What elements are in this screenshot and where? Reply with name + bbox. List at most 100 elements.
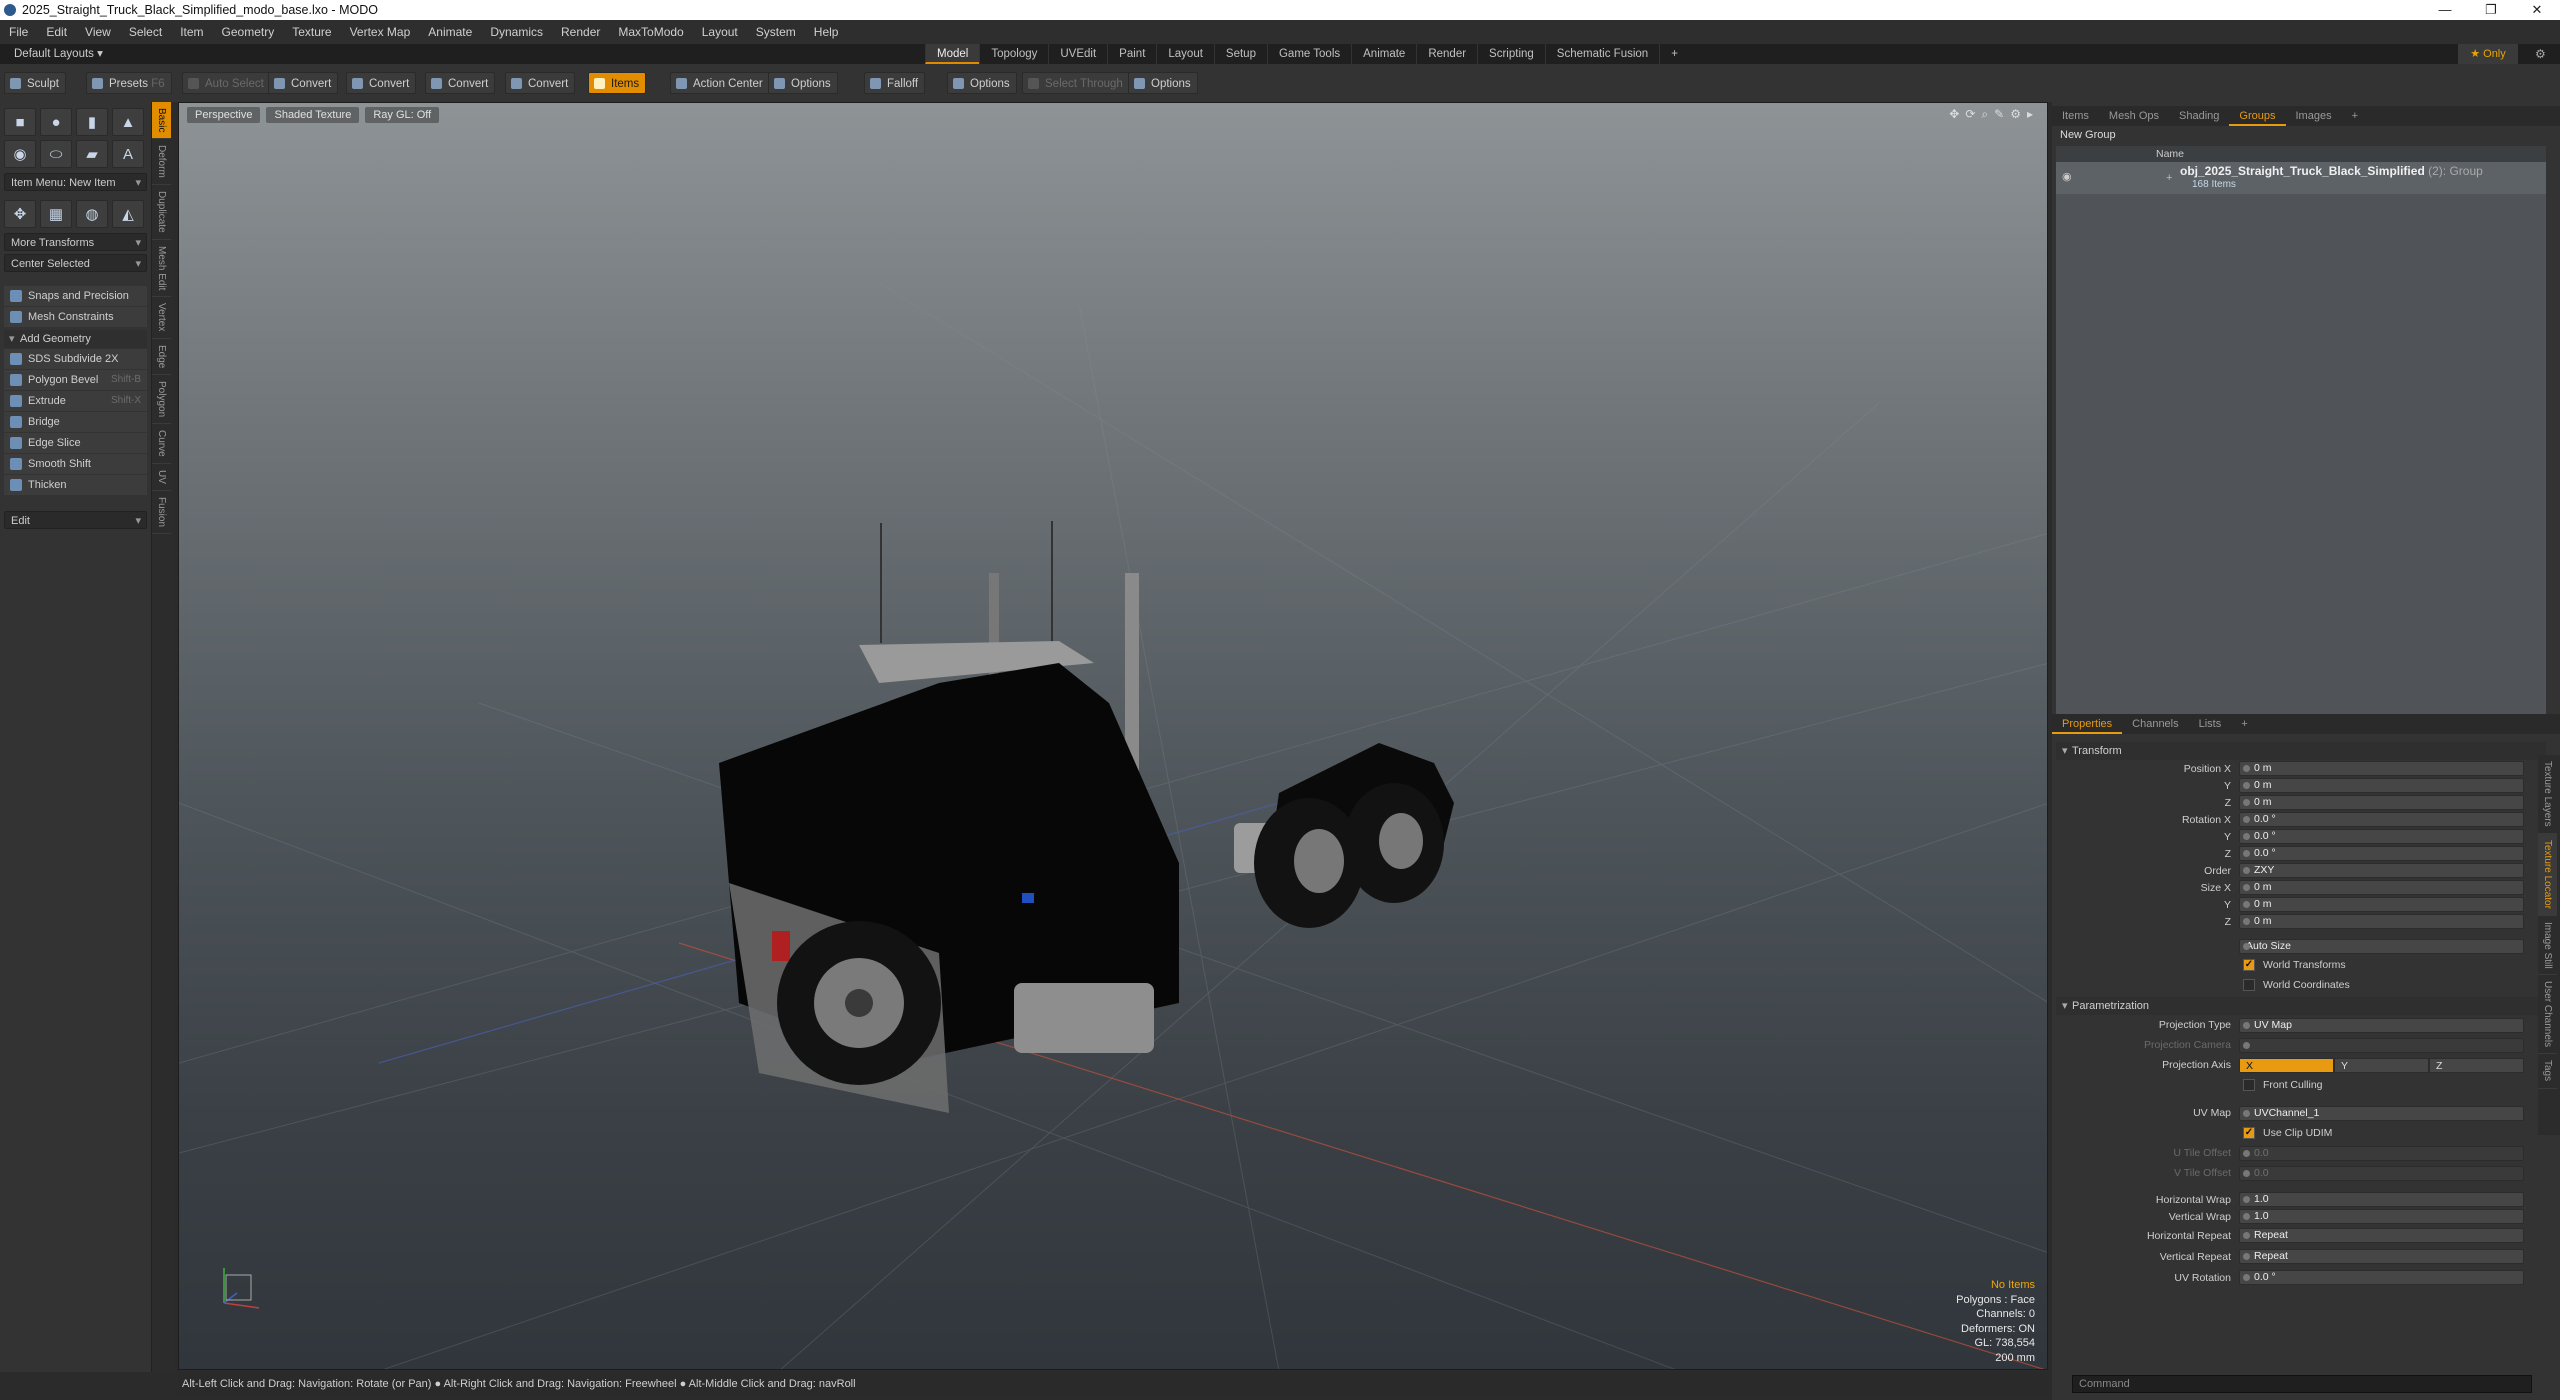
order-dropdown[interactable]: ZXY xyxy=(2239,863,2524,878)
world-coordinates-checkbox[interactable]: World Coordinates xyxy=(2056,975,2546,995)
action-center-button[interactable]: Action Center xyxy=(670,72,770,94)
vtab-uv[interactable]: UV xyxy=(152,464,171,491)
move-view-icon[interactable]: ✥ xyxy=(1949,107,1959,122)
zoom-icon[interactable]: ⌕ xyxy=(1981,107,1988,122)
menu-animate[interactable]: Animate xyxy=(419,20,481,44)
uv-map-dropdown[interactable]: UVChannel_1 xyxy=(2239,1105,2524,1121)
menu-texture[interactable]: Texture xyxy=(283,20,340,44)
tab-topology[interactable]: Topology xyxy=(979,44,1048,64)
menu-file[interactable]: File xyxy=(0,20,37,44)
close-button[interactable]: ✕ xyxy=(2514,0,2560,20)
menu-view[interactable]: View xyxy=(76,20,120,44)
mesh-constraints-button[interactable]: Mesh Constraints xyxy=(4,307,147,327)
auto-select-button[interactable]: Auto Select xyxy=(182,72,271,94)
tab-items[interactable]: Items xyxy=(2052,106,2099,126)
convert-vertices-button[interactable]: Convert xyxy=(268,72,339,94)
menu-system[interactable]: System xyxy=(747,20,805,44)
more-transforms-dropdown[interactable]: More Transforms xyxy=(4,233,147,252)
brush-icon[interactable]: ✎ xyxy=(1994,107,2004,122)
parametrization-section[interactable]: Parametrization xyxy=(2056,997,2546,1015)
menu-edit[interactable]: Edit xyxy=(37,20,76,44)
select-through-options-button[interactable]: Options xyxy=(1128,72,1198,94)
tab-setup[interactable]: Setup xyxy=(1213,44,1267,64)
gear-icon[interactable]: ⚙ xyxy=(2535,44,2546,64)
menu-item[interactable]: Item xyxy=(171,20,212,44)
action-center-options-button[interactable]: Options xyxy=(768,72,838,94)
size-y-field[interactable]: 0 m xyxy=(2239,897,2524,912)
vtab-vertex[interactable]: Vertex xyxy=(152,297,171,339)
projection-type-dropdown[interactable]: UV Map xyxy=(2239,1017,2524,1033)
menu-select[interactable]: Select xyxy=(120,20,171,44)
text-icon[interactable]: A xyxy=(112,140,144,168)
polygon-bevel-button[interactable]: Polygon Bevel Shift-B xyxy=(4,370,147,390)
cylinder-icon[interactable]: ▮ xyxy=(76,108,108,136)
vtab-edge[interactable]: Edge xyxy=(152,339,171,376)
tab-mesh-ops[interactable]: Mesh Ops xyxy=(2099,106,2169,126)
size-x-field[interactable]: 0 m xyxy=(2239,880,2524,895)
falloff-button[interactable]: Falloff xyxy=(864,72,926,94)
capsule-icon[interactable]: ⬭ xyxy=(40,140,72,168)
add-geometry-section[interactable]: Add Geometry xyxy=(4,330,147,348)
vertical-wrap-field[interactable]: 1.0 xyxy=(2239,1209,2524,1224)
add-layout-tab-button[interactable]: + xyxy=(1659,44,1689,64)
edit-dropdown[interactable]: Edit xyxy=(4,511,147,530)
size-z-field[interactable]: 0 m xyxy=(2239,914,2524,929)
transform-section[interactable]: Transform xyxy=(2056,742,2546,760)
position-z-field[interactable]: 0 m xyxy=(2239,795,2524,810)
u-tile-offset-field[interactable]: 0.0 xyxy=(2239,1145,2524,1161)
cube-icon[interactable]: ■ xyxy=(4,108,36,136)
tab-layout[interactable]: Layout xyxy=(1156,44,1214,64)
tab-groups[interactable]: Groups xyxy=(2229,106,2286,126)
add-prop-tab-button[interactable]: + xyxy=(2231,714,2257,734)
tab-lists[interactable]: Lists xyxy=(2189,714,2232,734)
tab-shading[interactable]: Shading xyxy=(2169,106,2229,126)
rotation-z-field[interactable]: 0.0 ° xyxy=(2239,846,2524,861)
front-culling-checkbox[interactable]: Front Culling xyxy=(2056,1075,2546,1095)
edge-slice-button[interactable]: Edge Slice xyxy=(4,433,147,453)
convert-polygons-button[interactable]: Convert xyxy=(425,72,496,94)
vtab-image-still[interactable]: Image Still xyxy=(2538,916,2557,976)
minimize-button[interactable]: — xyxy=(2422,0,2468,20)
item-menu-dropdown[interactable]: Item Menu: New Item xyxy=(4,173,147,192)
rotation-y-field[interactable]: 0.0 ° xyxy=(2239,829,2524,844)
tab-scripting[interactable]: Scripting xyxy=(1477,44,1545,64)
tab-channels[interactable]: Channels xyxy=(2122,714,2188,734)
position-x-field[interactable]: 0 m xyxy=(2239,761,2524,776)
tab-paint[interactable]: Paint xyxy=(1107,44,1156,64)
snaps-precision-button[interactable]: Snaps and Precision xyxy=(4,286,147,306)
menu-layout[interactable]: Layout xyxy=(693,20,747,44)
menu-render[interactable]: Render xyxy=(552,20,609,44)
vtab-user-channels[interactable]: User Channels xyxy=(2538,975,2557,1055)
vtab-tags[interactable]: Tags xyxy=(2538,1054,2557,1089)
horizontal-wrap-field[interactable]: 1.0 xyxy=(2239,1192,2524,1207)
world-transforms-checkbox[interactable]: ✓ World Transforms xyxy=(2056,955,2546,975)
view-perspective-dropdown[interactable]: Perspective xyxy=(187,107,261,123)
3d-viewport[interactable]: Perspective Shaded Texture Ray GL: Off ✥… xyxy=(178,102,2048,1370)
sculpt-button[interactable]: Sculpt xyxy=(4,72,66,94)
select-through-button[interactable]: Select Through xyxy=(1022,72,1130,94)
vtab-polygon[interactable]: Polygon xyxy=(152,375,171,425)
position-y-field[interactable]: 0 m xyxy=(2239,778,2524,793)
vtab-texture-layers[interactable]: Texture Layers xyxy=(2538,755,2557,834)
expand-icon[interactable]: + xyxy=(2166,172,2172,184)
bridge-button[interactable]: Bridge xyxy=(4,412,147,432)
vtab-deform[interactable]: Deform xyxy=(152,139,171,186)
globe-icon[interactable]: ◍ xyxy=(76,200,108,228)
horizontal-repeat-dropdown[interactable]: Repeat xyxy=(2239,1228,2524,1243)
only-toggle[interactable]: ★ Only xyxy=(2458,44,2518,64)
menu-dynamics[interactable]: Dynamics xyxy=(481,20,552,44)
pyramid-icon[interactable]: ◭ xyxy=(112,200,144,228)
uv-rotation-field[interactable]: 0.0 ° xyxy=(2239,1270,2524,1285)
rotation-x-field[interactable]: 0.0 ° xyxy=(2239,812,2524,827)
vtab-basic[interactable]: Basic xyxy=(152,102,171,140)
auto-size-button[interactable]: Auto Size xyxy=(2239,939,2524,954)
thicken-button[interactable]: Thicken xyxy=(4,475,147,495)
projection-camera-dropdown[interactable] xyxy=(2239,1037,2524,1053)
truck-model[interactable] xyxy=(719,521,1454,1113)
tab-model[interactable]: Model xyxy=(925,44,980,64)
menu-help[interactable]: Help xyxy=(805,20,848,44)
convert-materials-button[interactable]: Convert xyxy=(505,72,576,94)
add-tab-button[interactable]: + xyxy=(2342,106,2368,126)
menu-maxtomodo[interactable]: MaxToModo xyxy=(609,20,692,44)
axis-z-button[interactable]: Z xyxy=(2429,1057,2524,1073)
